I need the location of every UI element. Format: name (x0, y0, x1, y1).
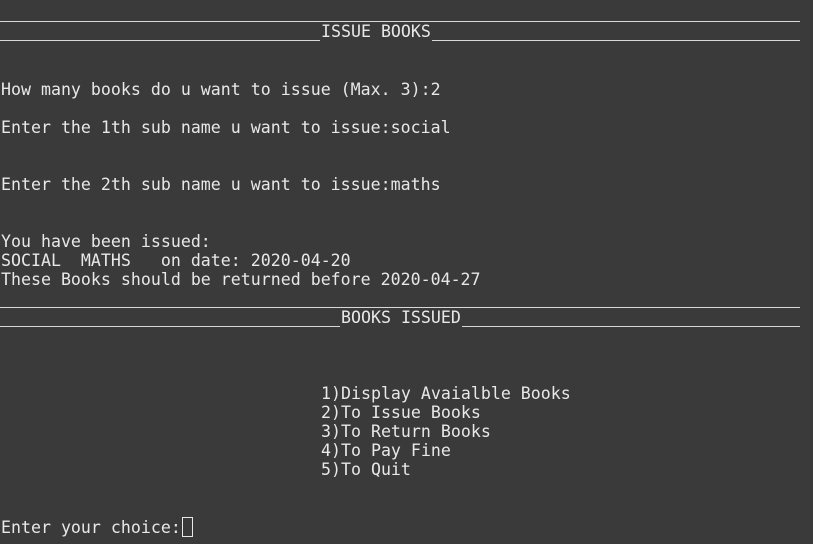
subject-1-answer: social (390, 118, 451, 137)
subject-2-answer: maths (390, 175, 441, 194)
text-cursor[interactable] (181, 517, 193, 537)
book-count-question: How many books do u want to issue (Max. … (1, 80, 431, 99)
book-count-answer: 2 (430, 80, 441, 99)
banner-rule-left (0, 40, 320, 41)
menu-item-issue-books: 2)To Issue Books (321, 403, 481, 422)
choice-input-line[interactable]: Enter your choice: (1, 517, 193, 537)
banner-rule-right (432, 40, 800, 41)
section-rule-left (0, 326, 340, 327)
subject-1-line: Enter the 1th sub name u want to issue:s… (1, 118, 451, 137)
section-title: BOOKS ISSUED (340, 308, 462, 327)
menu-item-display-books: 1)Display Avaialble Books (321, 384, 571, 403)
menu-item-quit: 5)To Quit (321, 460, 411, 479)
issued-heading: You have been issued: (1, 232, 211, 251)
menu-item-return-books: 3)To Return Books (321, 422, 491, 441)
menu-item-pay-fine: 4)To Pay Fine (321, 441, 451, 460)
return-note: These Books should be returned before 20… (1, 270, 481, 289)
page-title: ISSUE BOOKS (320, 22, 432, 41)
subject-2-question: Enter the 2th sub name u want to issue: (1, 175, 391, 194)
book-count-line: How many books do u want to issue (Max. … (1, 80, 441, 99)
section-rule-right (462, 326, 800, 327)
subject-2-line: Enter the 2th sub name u want to issue:m… (1, 175, 441, 194)
terminal-window: ISSUE BOOKS How many books do u want to … (0, 0, 813, 544)
subject-1-question: Enter the 1th sub name u want to issue: (1, 118, 391, 137)
choice-prompt: Enter your choice: (1, 518, 181, 537)
issued-books: SOCIAL MATHS on date: 2020-04-20 (1, 251, 351, 270)
